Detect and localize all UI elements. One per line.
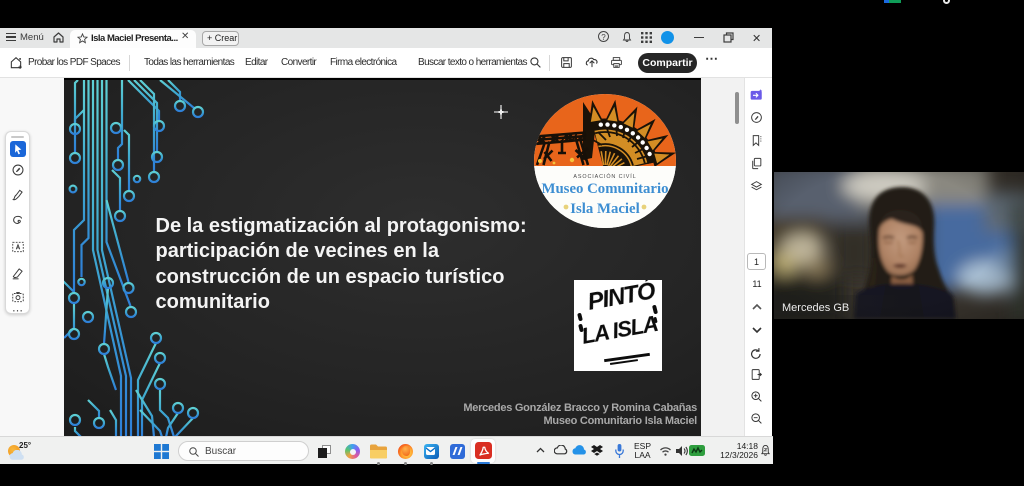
- svg-text:Museo Comunitario: Museo Comunitario: [541, 181, 668, 197]
- svg-text:Isla Maciel: Isla Maciel: [570, 201, 639, 217]
- svg-text:ASOCIACIÓN CIVÍL: ASOCIACIÓN CIVÍL: [573, 173, 636, 180]
